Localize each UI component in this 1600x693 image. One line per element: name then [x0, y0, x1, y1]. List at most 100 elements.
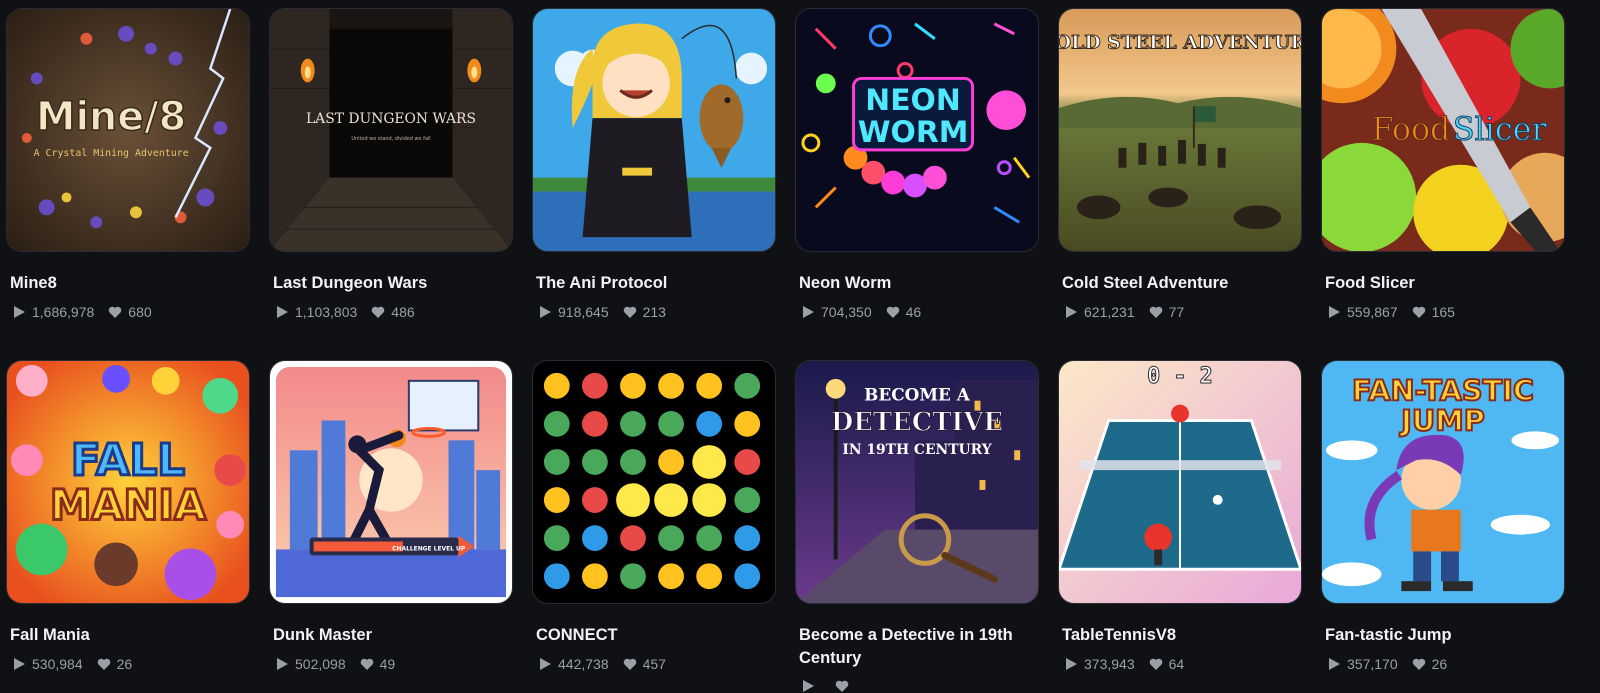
cold-steel-artwork: COLD STEEL ADVENTURE — [1059, 9, 1301, 251]
play-count: 704,350 — [821, 304, 872, 320]
game-card-food-slicer[interactable]: Food Slicer Food Slicer 559,867 165 — [1321, 8, 1565, 320]
connect-dot — [734, 372, 761, 399]
game-card-become-a-detective[interactable]: BECOME A DETECTIVE IN 19TH CENTURY Becom… — [795, 360, 1039, 693]
like-count: 64 — [1168, 656, 1185, 672]
game-title[interactable]: The Ani Protocol — [536, 272, 772, 295]
connect-dot — [543, 487, 570, 513]
connect-dot — [616, 483, 650, 517]
connect-dot — [543, 449, 570, 475]
art-line-1: BECOME A — [864, 385, 971, 405]
game-stats: 357,170 26 — [1327, 656, 1565, 672]
connect-dot — [734, 525, 761, 552]
like-count: 457 — [642, 656, 666, 672]
game-title[interactable]: Fall Mania — [10, 624, 246, 647]
game-title[interactable]: Last Dungeon Wars — [273, 272, 509, 295]
play-count: 373,943 — [1084, 656, 1135, 672]
like-count: 213 — [642, 304, 666, 320]
game-title[interactable]: Cold Steel Adventure — [1062, 272, 1298, 295]
connect-dot — [658, 525, 684, 552]
connect-dot — [734, 487, 761, 513]
ani-protocol-artwork — [533, 9, 775, 251]
like-count: 49 — [379, 656, 396, 672]
game-thumbnail[interactable]: Mine/8 A Crystal Mining Adventure — [6, 8, 250, 252]
table-tennis-artwork: 0 - 2 — [1059, 361, 1301, 603]
game-card-dunk-master[interactable]: CHALLENGE LEVEL UP Dunk Master 502,098 4… — [269, 360, 513, 672]
connect-dot — [696, 410, 723, 437]
play-icon — [540, 658, 551, 670]
game-card-neon-worm[interactable]: NEON WORM Neon Worm 704,350 46 — [795, 8, 1039, 320]
game-card-the-ani-protocol[interactable]: The Ani Protocol 918,645 213 — [532, 8, 776, 320]
play-icon — [540, 306, 551, 318]
play-count: 530,984 — [32, 656, 83, 672]
game-card-connect[interactable]: CONNECT 442,738 457 — [532, 360, 776, 672]
heart-icon — [371, 306, 385, 318]
game-thumbnail[interactable] — [532, 360, 776, 604]
connect-dot — [581, 372, 608, 399]
game-thumbnail[interactable]: COLD STEEL ADVENTURE — [1058, 8, 1302, 252]
game-title[interactable]: CONNECT — [536, 624, 772, 647]
connect-dot — [696, 525, 723, 552]
connect-dot — [696, 563, 723, 590]
game-stats: 704,350 46 — [801, 304, 1039, 320]
dungeon-artwork: LAST DUNGEON WARS United we stand, divid… — [270, 9, 512, 251]
play-count: 918,645 — [558, 304, 609, 320]
play-count: 502,098 — [295, 656, 346, 672]
art-title-line-1: Food — [1372, 112, 1451, 148]
game-stats — [801, 679, 1039, 693]
fall-mania-artwork: FALL MANIA — [7, 361, 249, 603]
game-thumbnail[interactable]: LAST DUNGEON WARS United we stand, divid… — [269, 8, 513, 252]
game-stats: 442,738 457 — [538, 656, 776, 672]
game-card-table-tennis-v8[interactable]: 0 - 2 TableTennisV8 373,943 64 — [1058, 360, 1302, 672]
play-icon — [1066, 658, 1077, 670]
game-title[interactable]: Food Slicer — [1325, 272, 1561, 295]
game-title[interactable]: Fan-tastic Jump — [1325, 624, 1561, 647]
connect-dot — [620, 525, 646, 552]
game-card-fall-mania[interactable]: FALL MANIA Fall Mania 530,984 26 — [6, 360, 250, 672]
game-thumbnail[interactable]: FAN-TASTIC JUMP — [1321, 360, 1565, 604]
connect-dot — [620, 563, 646, 590]
game-stats: 1,686,978 680 — [12, 304, 250, 320]
play-icon — [1066, 306, 1077, 318]
play-icon — [277, 658, 288, 670]
game-thumbnail[interactable]: NEON WORM — [795, 8, 1039, 252]
connect-dot — [658, 410, 684, 437]
connect-dot — [692, 483, 727, 517]
game-thumbnail[interactable] — [532, 8, 776, 252]
game-title[interactable]: Mine8 — [10, 272, 246, 295]
heart-icon — [360, 658, 373, 670]
connect-dot — [620, 372, 646, 399]
art-label: CHALLENGE LEVEL UP — [392, 545, 466, 552]
game-thumbnail[interactable]: Food Slicer — [1321, 8, 1565, 252]
connect-dot — [581, 487, 608, 513]
heart-icon — [1412, 306, 1425, 318]
play-icon — [277, 306, 288, 318]
play-icon — [14, 306, 25, 318]
game-title[interactable]: Dunk Master — [273, 624, 509, 647]
game-title[interactable]: Become a Detective in 19th Century — [799, 624, 1035, 670]
game-thumbnail[interactable]: CHALLENGE LEVEL UP — [269, 360, 513, 604]
game-card-last-dungeon-wars[interactable]: LAST DUNGEON WARS United we stand, divid… — [269, 8, 513, 320]
heart-icon — [1412, 658, 1425, 670]
game-thumbnail[interactable]: 0 - 2 — [1058, 360, 1302, 604]
neon-worm-artwork: NEON WORM — [796, 9, 1038, 251]
connect-dot — [734, 449, 761, 475]
connect-dot — [581, 563, 608, 590]
game-title[interactable]: TableTennisV8 — [1062, 624, 1298, 647]
game-thumbnail[interactable]: BECOME A DETECTIVE IN 19TH CENTURY — [795, 360, 1039, 604]
game-stats: 530,984 26 — [12, 656, 250, 672]
connect-dot — [620, 410, 646, 437]
like-count: 77 — [1168, 304, 1185, 320]
connect-dot — [543, 410, 570, 437]
art-title: Mine/8 — [36, 94, 186, 140]
art-subtitle: A Crystal Mining Adventure — [34, 148, 189, 159]
game-card-fan-tastic-jump[interactable]: FAN-TASTIC JUMP Fan-tastic Jump 357,170 … — [1321, 360, 1565, 672]
play-icon — [803, 680, 814, 692]
game-thumbnail[interactable]: FALL MANIA — [6, 360, 250, 604]
game-card-mine8[interactable]: Mine/8 A Crystal Mining Adventure Mine8 … — [6, 8, 250, 320]
game-stats: 918,645 213 — [538, 304, 776, 320]
game-card-cold-steel-adventure[interactable]: COLD STEEL ADVENTURE Cold Steel Adventur… — [1058, 8, 1302, 320]
like-count: 26 — [116, 656, 133, 672]
game-title[interactable]: Neon Worm — [799, 272, 1035, 295]
play-icon — [1329, 306, 1340, 318]
connect-dot — [696, 372, 723, 399]
